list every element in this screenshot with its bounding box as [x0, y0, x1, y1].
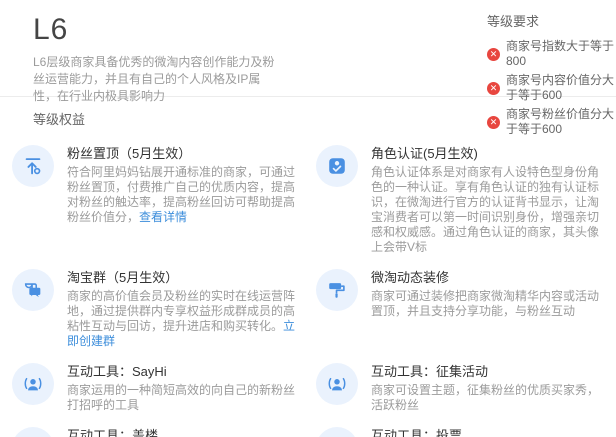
x-circle-icon: ✕ [487, 116, 500, 129]
level-description: L6层级商家具备优秀的微淘内容创作能力及粉丝运营能力，并且有自己的个人风格及IP… [33, 54, 283, 105]
benefit-item-collection: 互动工具：征集活动 商家可设置主题，征集粉丝的优质买家秀，活跃粉丝 [316, 363, 612, 413]
benefit-item-role-certification: 角色认证(5月生效) 角色认证体系是对商家有人设特色型身份角色的一种认证。享有角… [316, 145, 612, 255]
benefit-title: 粉丝置顶（5月生效） [67, 146, 298, 162]
benefit-item-fans-pin: 粉丝置顶（5月生效） 符合阿里妈妈钻展开通标准的商家，可通过粉丝置顶，付费推广自… [12, 145, 308, 255]
page-title: L6 [33, 13, 283, 47]
level-summary: L6 L6层级商家具备优秀的微淘内容创作能力及粉丝运营能力，并且有自己的个人风格… [33, 13, 283, 105]
benefits-grid: 粉丝置顶（5月生效） 符合阿里妈妈钻展开通标准的商家，可通过粉丝置顶，付费推广自… [0, 145, 616, 437]
benefit-item-decoration: 微淘动态装修 商家可通过装修把商家微淘精华内容或活动置顶，并且支持分享功能，与粉… [316, 269, 612, 349]
benefit-title: 角色认证(5月生效) [371, 146, 602, 162]
benefit-item-gailou: 互动工具：盖楼 盖楼是一种互动工具，发布一个盖楼后用户就可以在微淘内容下进行盖楼… [12, 427, 308, 437]
benefit-title: 淘宝群（5月生效） [67, 270, 298, 286]
requirement-text: 商家号指数大于等于800 [506, 39, 616, 69]
page-header: L6 L6层级商家具备优秀的微淘内容创作能力及粉丝运营能力，并且有自己的个人风格… [0, 0, 616, 97]
benefit-item-sayhi: 互动工具：SayHi 商家运用的一种简短高效的向自己的新粉丝打招呼的工具 [12, 363, 308, 413]
level-benefits-page: L6 L6层级商家具备优秀的微淘内容创作能力及粉丝运营能力，并且有自己的个人风格… [0, 0, 616, 437]
benefit-description: 商家运用的一种简短高效的向自己的新粉丝打招呼的工具 [67, 383, 298, 413]
benefit-title: 互动工具：投票 [371, 428, 602, 437]
benefit-title: 互动工具：SayHi [67, 364, 298, 380]
chat-bubbles-icon [12, 269, 54, 311]
requirement-text: 商家号内容价值分大于等于600 [506, 73, 616, 103]
requirement-row: ✕ 商家号粉丝价值分大于等于600 [487, 107, 616, 137]
person-broadcast-icon [12, 363, 54, 405]
benefit-description: 商家可通过装修把商家微淘精华内容或活动置顶，并且支持分享功能，与粉丝互动 [371, 289, 602, 319]
person-broadcast-icon [316, 427, 358, 437]
requirement-text: 商家号粉丝价值分大于等于600 [506, 107, 616, 137]
person-broadcast-icon [12, 427, 54, 437]
benefit-description: 符合阿里妈妈钻展开通标准的商家，可通过粉丝置顶，付费推广自己的优质内容，提高对粉… [67, 165, 298, 225]
x-circle-icon: ✕ [487, 82, 500, 95]
view-details-link[interactable]: 查看详情 [139, 210, 187, 224]
requirement-row: ✕ 商家号指数大于等于800 [487, 39, 616, 69]
badge-check-icon [316, 145, 358, 187]
benefit-description: 商家可设置主题，征集粉丝的优质买家秀，活跃粉丝 [371, 383, 602, 413]
benefit-title: 微淘动态装修 [371, 270, 602, 286]
benefit-item-taobao-group: 淘宝群（5月生效） 商家的高价值会员及粉丝的实时在线运营阵地，通过提供群内专享权… [12, 269, 308, 349]
pin-top-icon [12, 145, 54, 187]
requirements-title: 等级要求 [487, 11, 616, 30]
benefit-description: 商家的高价值会员及粉丝的实时在线运营阵地，通过提供群内专享权益形成群成员的高粘性… [67, 289, 298, 349]
requirement-row: ✕ 商家号内容价值分大于等于600 [487, 73, 616, 103]
x-circle-icon: ✕ [487, 48, 500, 61]
benefit-item-vote: 互动工具：投票 投票是一种内容互动工具，发布一个投票后就可以在微淘内容下进行展示… [316, 427, 612, 437]
paint-roller-icon [316, 269, 358, 311]
person-broadcast-icon [316, 363, 358, 405]
benefit-description: 角色认证体系是对商家有人设特色型身份角色的一种认证。享有角色认证的独有认证标识，… [371, 165, 602, 255]
benefit-title: 互动工具：征集活动 [371, 364, 602, 380]
level-requirements: 等级要求 ✕ 商家号指数大于等于800 ✕ 商家号内容价值分大于等于600 ✕ … [487, 11, 616, 141]
benefit-title: 互动工具：盖楼 [67, 428, 298, 437]
